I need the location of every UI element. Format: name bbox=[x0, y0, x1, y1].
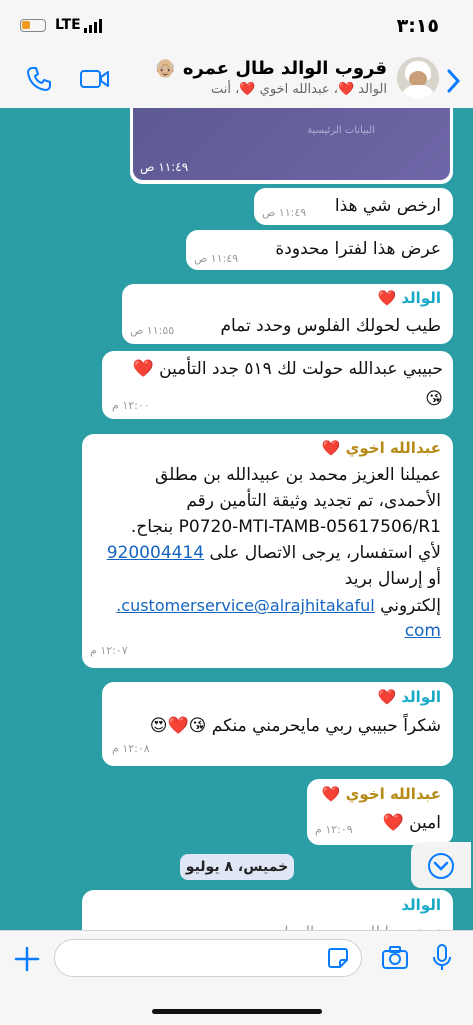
message-bubble[interactable]: عبدالله اخوي ❤️ عميلنا العزيز محمد بن عب… bbox=[82, 434, 453, 668]
message-text-line: لأي استفسار، يرجى الاتصال على 920004414 bbox=[107, 541, 441, 566]
message-sender: الوالد ❤️ bbox=[377, 688, 441, 706]
message-sender: الوالد bbox=[401, 896, 441, 914]
chevron-down-icon bbox=[427, 852, 455, 880]
status-time: ٣:١٥ bbox=[396, 15, 439, 37]
message-time: ١٢:٠٠ م bbox=[112, 399, 150, 412]
message-time: ١٢:٠٧ م bbox=[90, 644, 128, 657]
phone-link[interactable]: 920004414 bbox=[107, 543, 204, 563]
message-bubble[interactable]: الوالد ❤️ طيب لحولك الفلوس وحدد تمام ١١:… bbox=[122, 284, 453, 344]
message-text: عرض هذا لفترا محدودة bbox=[275, 239, 441, 259]
image-caption: البيانات الرئيسية bbox=[307, 125, 375, 136]
message-text-line: إلكتروني customerservice@alrajhitakaful. bbox=[116, 593, 441, 619]
message-input[interactable] bbox=[54, 939, 362, 977]
composer-bar bbox=[0, 930, 473, 1025]
home-indicator bbox=[152, 1009, 322, 1014]
group-avatar[interactable] bbox=[397, 57, 439, 99]
phone-call-icon[interactable] bbox=[26, 66, 52, 92]
group-title[interactable]: قروب الوالد طال عمره 👴🏼 bbox=[154, 58, 387, 79]
message-time: ١٢:٠٨ م bbox=[112, 742, 150, 755]
message-time: ١١:٤٩ ص bbox=[194, 252, 239, 265]
sticker-icon[interactable] bbox=[327, 947, 349, 969]
message-text-line: P0720-MTI-TAMB-05617506/R1 بنجاح. bbox=[130, 517, 441, 537]
video-call-icon[interactable] bbox=[80, 68, 110, 90]
carrier-label: LTE bbox=[55, 17, 81, 33]
scroll-down-button[interactable] bbox=[411, 842, 471, 888]
message-text: إلكتروني bbox=[374, 596, 441, 616]
message-bubble[interactable]: الوالد تم تجديها للعديد من المرات bbox=[82, 890, 453, 930]
message-emoji: 😘 bbox=[425, 389, 443, 409]
message-text: امين ❤️ bbox=[382, 813, 441, 833]
message-text: حبيبي عبدالله حولت لك ٥١٩ جدد التأمين ❤️ bbox=[132, 359, 443, 379]
camera-icon[interactable] bbox=[381, 946, 409, 970]
message-text-line: الأحمدى، تم تجديد وثيقة التأمين رقم bbox=[186, 491, 441, 511]
group-members[interactable]: الوالد ❤️، عبدالله اخوي ❤️، أنت bbox=[211, 82, 387, 97]
message-bubble[interactable]: عبدالله اخوي ❤️ امين ❤️ ١٢:٠٩ م bbox=[307, 779, 453, 845]
date-chip: خميس، ٨ يوليو bbox=[180, 854, 294, 880]
message-text-line: عميلنا العزيز محمد بن عبيدالله بن مطلق bbox=[154, 465, 441, 485]
shared-image[interactable]: البيانات الرئيسية ١١:٤٩ ص bbox=[133, 108, 450, 180]
microphone-icon[interactable] bbox=[432, 943, 452, 973]
message-bubble[interactable]: الوالد ❤️ شكراً حبيبي ربي مايحرمني منكم … bbox=[102, 682, 453, 766]
email-link-continued[interactable]: com bbox=[405, 619, 441, 644]
signal-icon bbox=[84, 18, 102, 33]
image-time: ١١:٤٩ ص bbox=[140, 160, 189, 174]
message-text: شكراً حبيبي ربي مايحرمني منكم 😘❤️😍 bbox=[149, 716, 441, 736]
message-time: ١١:٥٥ ص bbox=[130, 324, 175, 337]
message-sender: الوالد ❤️ bbox=[377, 289, 441, 307]
message-sender: عبدالله اخوي ❤️ bbox=[321, 785, 441, 803]
status-bar: ٣:١٥ LTE bbox=[0, 0, 473, 52]
battery-icon bbox=[20, 19, 46, 32]
message-bubble[interactable]: عرض هذا لفترا محدودة ١١:٤٩ ص bbox=[186, 230, 453, 270]
message-time: ١٢:٠٩ م bbox=[315, 823, 353, 836]
message-time: ١١:٤٩ ص bbox=[262, 206, 307, 219]
message-bubble[interactable]: حبيبي عبدالله حولت لك ٥١٩ جدد التأمين ❤️… bbox=[102, 351, 453, 419]
add-attachment-icon[interactable] bbox=[14, 946, 40, 972]
message-text: طيب لحولك الفلوس وحدد تمام bbox=[220, 316, 441, 336]
back-chevron-icon[interactable] bbox=[443, 68, 463, 94]
message-bubble[interactable]: ارخص شي هذا ١١:٤٩ ص bbox=[254, 188, 453, 225]
message-text: ارخص شي هذا bbox=[334, 196, 441, 216]
message-list[interactable]: البيانات الرئيسية ١١:٤٩ ص ارخص شي هذا ١١… bbox=[0, 108, 473, 930]
message-text: تم تجديها للعديد من المرات bbox=[270, 920, 441, 930]
message-sender: عبدالله اخوي ❤️ bbox=[321, 439, 441, 457]
chat-header: قروب الوالد طال عمره 👴🏼 الوالد ❤️، عبدال… bbox=[0, 52, 473, 109]
email-link[interactable]: customerservice@alrajhitakaful. bbox=[116, 596, 375, 615]
message-text: لأي استفسار، يرجى الاتصال على bbox=[204, 543, 441, 563]
image-message[interactable]: البيانات الرئيسية ١١:٤٩ ص bbox=[130, 108, 453, 184]
message-text-line: أو إرسال بريد bbox=[344, 569, 441, 589]
